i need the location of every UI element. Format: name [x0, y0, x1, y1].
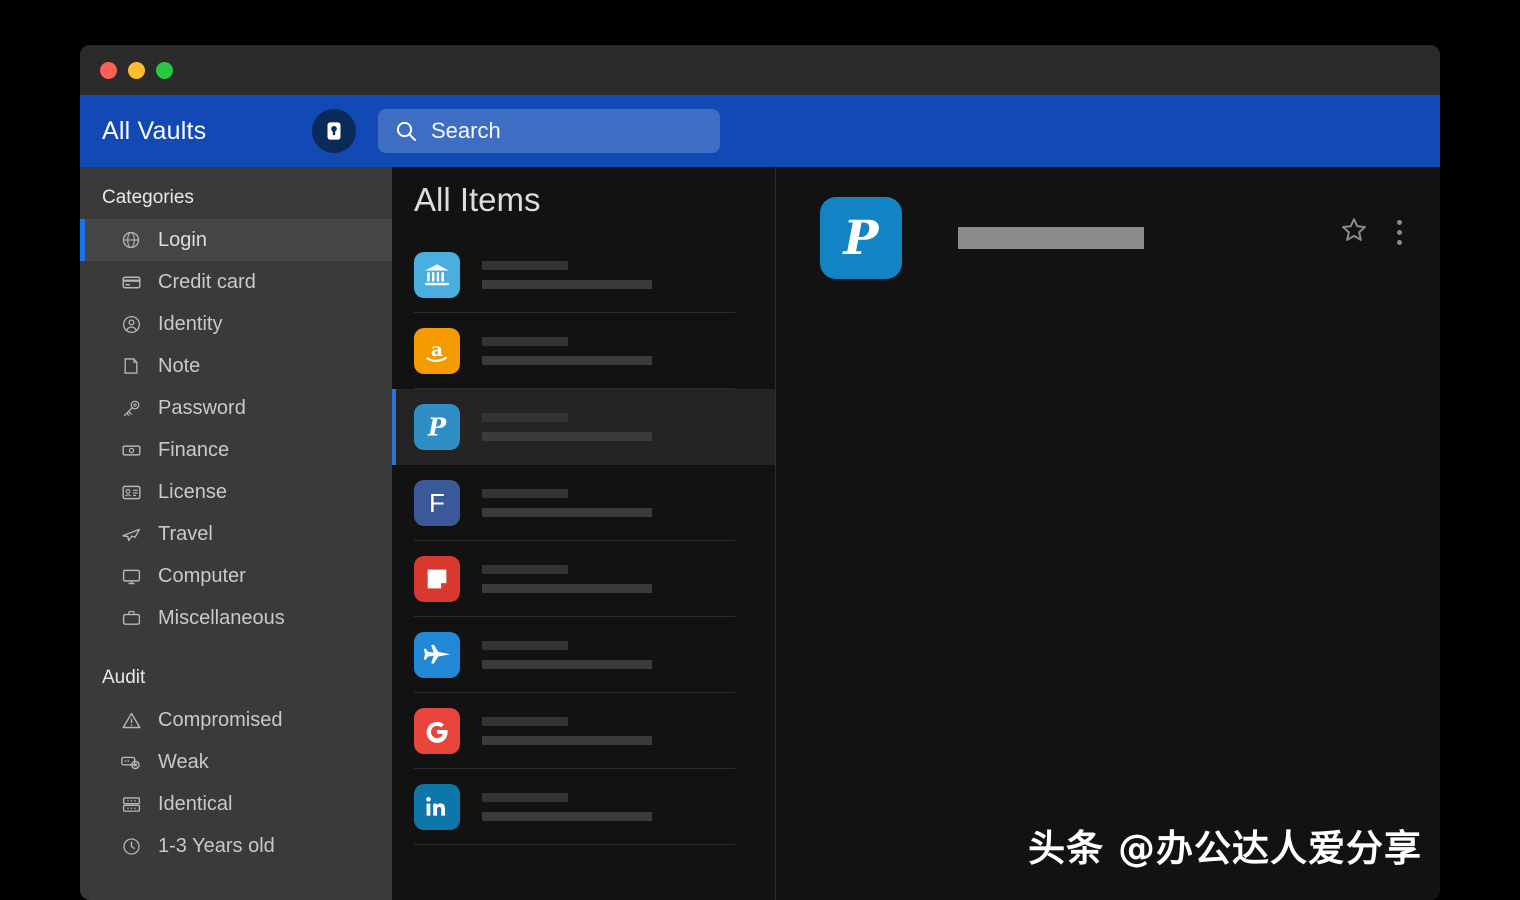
list-item[interactable] [392, 693, 775, 769]
list-item-redacted-text [482, 261, 652, 289]
banknote-icon [120, 439, 142, 461]
detail-field-row [776, 507, 1440, 537]
list-item[interactable] [392, 541, 775, 617]
sidebar-item-identity[interactable]: Identity [80, 303, 392, 345]
close-window-button[interactable] [100, 61, 117, 79]
sidebar-item-credit-card[interactable]: Credit card [80, 261, 392, 303]
sidebar-item-finance[interactable]: Finance [80, 429, 392, 471]
sidebar-item-compromised[interactable]: Compromised [80, 699, 392, 741]
detail-field-row [776, 744, 1440, 774]
sidebar-item-weak[interactable]: Weak [80, 741, 392, 783]
1password-lock-icon[interactable] [312, 109, 356, 153]
sidebar-item-travel[interactable]: Travel [80, 513, 392, 555]
detail-actions [1339, 215, 1402, 250]
sidebar-item-label: Identity [158, 312, 223, 335]
linkedin-icon [414, 784, 460, 830]
svg-text:P: P [842, 210, 881, 265]
sidebar-item-label: Credit card [158, 270, 256, 293]
window-titlebar [80, 45, 1440, 95]
sidebar-item-computer[interactable]: Computer [80, 555, 392, 597]
detail-title-redacted [958, 227, 1144, 249]
note-icon [120, 355, 142, 377]
app-header: All Vaults Search [80, 95, 1440, 167]
search-input[interactable]: Search [378, 109, 720, 153]
detail-field-row [776, 586, 1440, 616]
sidebar-item-label: Note [158, 354, 201, 377]
list-item-redacted-text [482, 489, 652, 517]
paypal-icon: P [820, 197, 902, 279]
list-item-redacted-text [482, 717, 652, 745]
sidebar-item-label: Password [158, 396, 246, 419]
list-item-redacted-text [482, 413, 652, 441]
red-note-icon [414, 556, 460, 602]
airplane-icon [414, 632, 460, 678]
app-body: Categories Login Credit card Identity No… [80, 167, 1440, 900]
list-item[interactable] [392, 769, 775, 845]
sidebar-audit-title: Audit [102, 667, 146, 688]
sidebar-item-label: License [158, 480, 227, 503]
airplane-icon [120, 523, 142, 545]
sidebar-item-identical[interactable]: Identical [80, 783, 392, 825]
minimize-window-button[interactable] [128, 61, 145, 79]
kebab-menu-icon[interactable] [1397, 220, 1402, 245]
sidebar-item-label: Login [158, 228, 207, 251]
sidebar-item-years-old[interactable]: 1-3 Years old [80, 825, 392, 867]
key-icon [120, 397, 142, 419]
warning-triangle-icon [120, 709, 142, 731]
item-detail-pane: P 头条 @办公达人爱分享 [776, 167, 1440, 900]
sidebar-item-label: Finance [158, 438, 230, 461]
sidebar-item-login[interactable]: Login [80, 219, 392, 261]
list-title: All Items [414, 181, 541, 218]
app-window: All Vaults Search Categories Login Credi… [80, 45, 1440, 900]
sidebar-item-label: 1-3 Years old [158, 834, 275, 857]
sidebar-item-note[interactable]: Note [80, 345, 392, 387]
list-item[interactable]: F [392, 465, 775, 541]
clock-icon [120, 835, 142, 857]
list-item[interactable] [392, 237, 775, 313]
sidebar-item-label: Identical [158, 792, 233, 815]
sidebar-item-label: Travel [158, 522, 213, 545]
list-item[interactable]: a [392, 313, 775, 389]
item-list: a P F [392, 237, 775, 845]
list-item-redacted-text [482, 641, 652, 669]
bank-icon [414, 252, 460, 298]
identical-grid-icon [120, 793, 142, 815]
sidebar-item-password[interactable]: Password [80, 387, 392, 429]
item-list-pane: All Items a P F [392, 167, 776, 900]
maximize-window-button[interactable] [156, 61, 173, 79]
credit-card-icon [120, 271, 142, 293]
vault-title: All Vaults [102, 116, 207, 145]
paypal-icon: P [414, 404, 460, 450]
star-outline-icon[interactable] [1339, 215, 1369, 250]
detail-field-row [776, 665, 1440, 695]
sidebar-item-label: Compromised [158, 708, 283, 731]
search-icon [396, 121, 416, 141]
id-card-icon [120, 481, 142, 503]
list-item[interactable] [392, 617, 775, 693]
amazon-icon: a [414, 328, 460, 374]
weak-password-icon [120, 751, 142, 773]
sidebar-item-license[interactable]: License [80, 471, 392, 513]
briefcase-icon [120, 607, 142, 629]
list-item-redacted-text [482, 793, 652, 821]
person-circle-icon [120, 313, 142, 335]
search-placeholder: Search [431, 118, 501, 143]
globe-icon [120, 229, 142, 251]
sidebar-item-miscellaneous[interactable]: Miscellaneous [80, 597, 392, 639]
list-item[interactable]: P [392, 389, 775, 465]
facebook-icon: F [414, 480, 460, 526]
svg-text:a: a [431, 340, 443, 361]
list-item-redacted-text [482, 565, 652, 593]
watermark-text: 头条 @办公达人爱分享 [1028, 827, 1422, 870]
sidebar-item-label: Computer [158, 564, 246, 587]
sidebar-item-label: Miscellaneous [158, 606, 285, 629]
sidebar: Categories Login Credit card Identity No… [80, 167, 392, 900]
sidebar-item-label: Weak [158, 750, 209, 773]
sidebar-categories-title: Categories [102, 187, 194, 208]
list-item-redacted-text [482, 337, 652, 365]
svg-text:P: P [427, 413, 447, 442]
monitor-icon [120, 565, 142, 587]
google-g-icon [414, 708, 460, 754]
